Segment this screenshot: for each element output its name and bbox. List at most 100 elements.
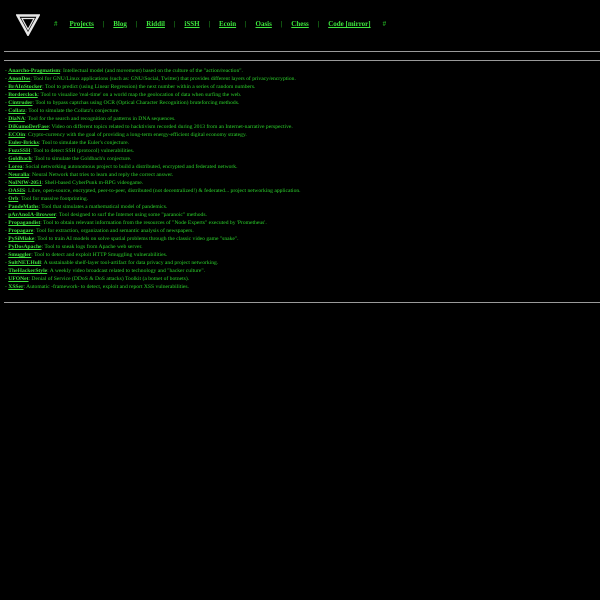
project-description: : Tool for extraction, organization and … bbox=[33, 228, 194, 234]
project-description: : Tool to simulate the Goldbach's conjec… bbox=[31, 156, 132, 162]
list-dash: - bbox=[5, 124, 7, 130]
project-link[interactable]: Lorea bbox=[8, 164, 22, 170]
nav-separator: | bbox=[135, 20, 138, 28]
nav-link-oasis[interactable]: Oasis bbox=[256, 20, 272, 29]
nav-separator: | bbox=[208, 20, 210, 28]
project-link[interactable]: Anarcho-Pragmatism bbox=[8, 68, 60, 74]
header-divider-bottom bbox=[4, 60, 600, 61]
list-dash: - bbox=[5, 204, 7, 210]
project-description: : Tool that simulates a mathematical mod… bbox=[38, 204, 168, 210]
project-list-item: - XSSer: Automatic -framework- to detect… bbox=[5, 283, 301, 291]
project-link[interactable]: BrAInStocker bbox=[8, 84, 42, 90]
project-description: : Video on different topics related to h… bbox=[48, 124, 293, 130]
project-description: : Tool to predict (using Linear Regressi… bbox=[42, 84, 256, 90]
list-dash: - bbox=[5, 172, 7, 178]
project-link[interactable]: Propagare bbox=[8, 228, 33, 234]
project-link[interactable]: DiKumoDerFase bbox=[8, 124, 48, 130]
project-list-item: - Propagandist: Tool to obtain relevant … bbox=[5, 219, 301, 227]
project-link[interactable]: PySiMiake bbox=[8, 236, 34, 242]
project-link[interactable]: ECOin bbox=[8, 132, 25, 138]
project-link[interactable]: SultNET.Hull bbox=[8, 260, 41, 266]
nav-separator: | bbox=[245, 20, 247, 28]
project-link[interactable]: UFONet bbox=[8, 276, 28, 282]
project-list-item: - Goldbach: Tool to simulate the Goldbac… bbox=[5, 155, 301, 163]
nav-link-blog[interactable]: Blog bbox=[113, 20, 127, 29]
project-list-item: - Anarcho-Pragmatism: Intellectual model… bbox=[5, 67, 301, 75]
list-dash: - bbox=[5, 84, 7, 90]
project-description: : Tool designed to surf the Internet usi… bbox=[56, 212, 207, 218]
nav-hash-start: # bbox=[54, 20, 58, 28]
main-nav: # Projects | Blog | Riddil | iSSH | Ecoin | Oasis | C… bbox=[54, 20, 386, 29]
project-list-item: - DiaNA: Tool for the search and recogni… bbox=[5, 115, 301, 123]
list-dash: - bbox=[5, 180, 7, 186]
project-link[interactable]: Collatz bbox=[8, 108, 25, 114]
list-dash: - bbox=[5, 100, 7, 106]
project-list-item: - Cintruder: Tool to bypass captchas usi… bbox=[5, 99, 301, 107]
project-link[interactable]: DiaNA bbox=[8, 116, 24, 122]
project-list-item: - DiKumoDerFase: Video on different topi… bbox=[5, 123, 301, 131]
project-link[interactable]: NoINfW-2051 bbox=[8, 180, 41, 186]
project-description: : Tool for the search and recognition of… bbox=[24, 116, 176, 122]
project-description: : Neural Network that tries to learn and… bbox=[29, 172, 174, 178]
project-description: : Tool to simulate the Euler's conjectur… bbox=[38, 140, 129, 146]
list-dash: - bbox=[5, 108, 7, 114]
project-link[interactable]: PyDosApache bbox=[8, 244, 41, 250]
project-link[interactable]: Goldbach bbox=[8, 156, 31, 162]
project-link[interactable]: TheHackerStyle bbox=[8, 268, 47, 274]
project-description: : A weekly video broadcast related to te… bbox=[47, 268, 205, 274]
list-dash: - bbox=[5, 140, 7, 146]
project-link[interactable]: Borderclock bbox=[8, 92, 37, 98]
project-description: : Tool for GNU/Linux applications (such … bbox=[30, 76, 296, 82]
nav-separator: | bbox=[102, 20, 105, 28]
list-dash: - bbox=[5, 276, 7, 282]
project-link[interactable]: Neuralia bbox=[8, 172, 29, 178]
nav-link-ecoin[interactable]: Ecoin bbox=[219, 20, 236, 29]
list-dash: - bbox=[5, 236, 7, 242]
project-description: : Denial of Service (DDoS & DoS attacks)… bbox=[28, 276, 190, 282]
project-list-item: - PyDosApache: Tool to sneak logs from A… bbox=[5, 243, 301, 251]
project-list-item: - Borderclock: Tool to visualize 'real-t… bbox=[5, 91, 301, 99]
project-link[interactable]: Propagandist bbox=[8, 220, 40, 226]
nav-link-projects[interactable]: Projects bbox=[70, 20, 94, 29]
project-link[interactable]: OASIS bbox=[8, 188, 25, 194]
project-link[interactable]: PandeMaths bbox=[8, 204, 38, 210]
list-dash: - bbox=[5, 244, 7, 250]
project-link[interactable]: pArAnoIA-Browser bbox=[8, 212, 56, 218]
project-list-item: - FuzzSSH: Tool to detect SSH (protocol)… bbox=[5, 147, 301, 155]
inverted-triangle-logo-icon[interactable] bbox=[16, 14, 40, 36]
project-link[interactable]: FuzzSSH bbox=[8, 148, 30, 154]
project-list-item: - TheHackerStyle: A weekly video broadca… bbox=[5, 267, 301, 275]
project-link[interactable]: Cintruder bbox=[8, 100, 32, 106]
project-description: : Tool for massive footprinting. bbox=[18, 196, 89, 202]
list-dash: - bbox=[5, 220, 7, 226]
list-dash: - bbox=[5, 164, 7, 170]
project-list-item: - Collatz: Tool to simulate the Collatz'… bbox=[5, 107, 301, 115]
project-link[interactable]: Orb bbox=[8, 196, 18, 202]
nav-link-chess[interactable]: Chess bbox=[291, 20, 309, 29]
project-link[interactable]: Euler-Bricks bbox=[8, 140, 39, 146]
project-link[interactable]: Smuggler bbox=[8, 252, 31, 258]
list-dash: - bbox=[5, 76, 7, 82]
nav-link-code-mirror[interactable]: Code [mirror] bbox=[328, 20, 370, 29]
project-description: : Tool to simulate the Collatz's conject… bbox=[25, 108, 120, 114]
nav-link-issh[interactable]: iSSH bbox=[184, 20, 199, 29]
nav-link-riddil[interactable]: Riddil bbox=[146, 20, 165, 29]
project-list-item: - Orb: Tool for massive footprinting. bbox=[5, 195, 301, 203]
project-description: : Libre, open-source, encrypted, peer-to… bbox=[25, 188, 301, 194]
nav-hash-end: # bbox=[382, 20, 387, 28]
project-link[interactable]: XSSer bbox=[8, 284, 23, 290]
footer-divider bbox=[4, 302, 600, 303]
project-description: : Tool to obtain relevant information fr… bbox=[40, 220, 267, 226]
project-link[interactable]: AnonDos bbox=[8, 76, 30, 82]
project-description: : Shell-based CyberPunk m-RPG videogame. bbox=[41, 180, 144, 186]
list-dash: - bbox=[5, 284, 7, 290]
project-list-item: - Lorea: Social networking autonomous pr… bbox=[5, 163, 301, 171]
project-list-item: - pArAnoIA-Browser: Tool designed to sur… bbox=[5, 211, 301, 219]
project-description: : Automatic -framework- to detect, explo… bbox=[23, 284, 189, 290]
project-list: - Anarcho-Pragmatism: Intellectual model… bbox=[5, 67, 301, 291]
project-list-item: - SultNET.Hull: A sustainable shelf-laye… bbox=[5, 259, 301, 267]
site-header: # Projects | Blog | Riddil | iSSH | Ecoin | Oasis | C… bbox=[0, 0, 600, 50]
project-list-item: - PySiMiake: Tool to train AI models on … bbox=[5, 235, 301, 243]
list-dash: - bbox=[5, 148, 7, 154]
project-list-item: - Propagare: Tool for extraction, organi… bbox=[5, 227, 301, 235]
